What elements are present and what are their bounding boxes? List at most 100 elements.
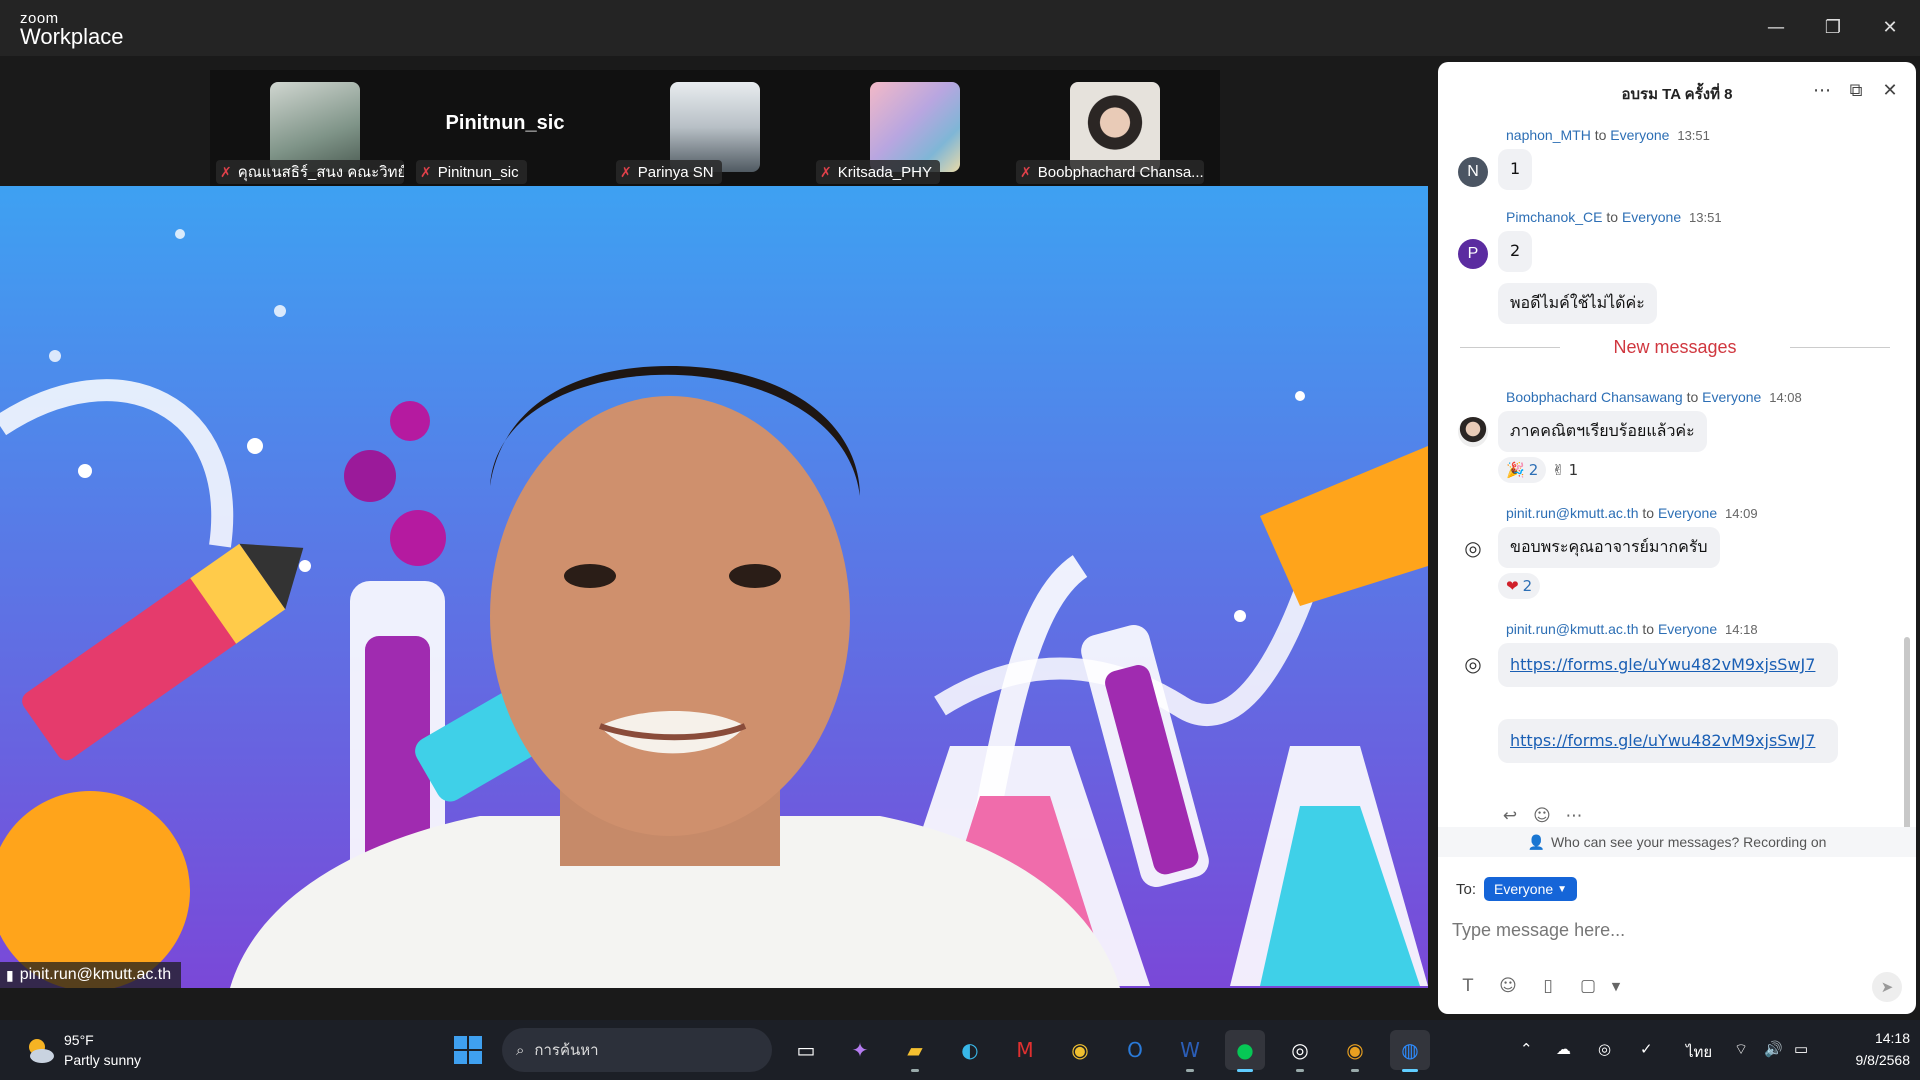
avatar[interactable]: ◎ (1458, 649, 1488, 679)
send-icon: ➤ (1880, 978, 1894, 996)
avatar[interactable]: P (1458, 239, 1488, 269)
participant-strip: ✗ คุณแนสธิร์_สนง คณะวิทย์ Pinitnun_sic ✗ P… (210, 70, 1220, 186)
brand-logo-big: Workplace (20, 24, 124, 49)
clock-time[interactable]: 14:18 (1860, 1030, 1910, 1046)
message-bubble[interactable]: ภาคคณิตฯเรียบร้อยแล้วค่ะ (1498, 411, 1707, 452)
outlook-icon[interactable]: O (1115, 1030, 1155, 1070)
zoom-icon[interactable]: ◍ (1390, 1030, 1430, 1072)
participant-name: Boobphachard Chansa... (1037, 163, 1204, 181)
restore-button[interactable]: ❐ (1813, 10, 1853, 44)
chevron-up-icon[interactable]: ⌃ (1520, 1040, 1533, 1058)
recipient-select[interactable]: Everyone ▼ (1484, 877, 1578, 901)
participant-tile[interactable]: ✗ Boobphachard Chansa... (1010, 70, 1204, 186)
onedrive-icon[interactable]: ☁ (1556, 1040, 1571, 1058)
message-sender[interactable]: Pimchanok_CE (1506, 209, 1603, 225)
participant-nameplate: ✗ Kritsada_PHY (816, 160, 940, 184)
message-bubble[interactable]: 1 (1498, 149, 1533, 190)
text-format-icon[interactable]: T (1454, 972, 1482, 1000)
battery-icon[interactable]: ▭ (1794, 1040, 1808, 1058)
word-icon[interactable]: W (1170, 1030, 1210, 1072)
close-icon[interactable]: ✕ (1876, 76, 1904, 104)
privacy-notice[interactable]: 👤 Who can see your messages? Recording o… (1438, 827, 1916, 857)
weather-temp[interactable]: 95°F (64, 1032, 94, 1048)
line-icon[interactable]: ● (1225, 1030, 1265, 1072)
speaker-name: pinit.run@kmutt.ac.th (19, 966, 172, 983)
line-tray-icon[interactable]: ✓ (1640, 1040, 1653, 1058)
taskbar-search[interactable]: ⌕ การค้นหา (502, 1028, 772, 1072)
message-sender[interactable]: naphon_MTH (1506, 127, 1591, 143)
mic-muted-icon: ✗ (1020, 163, 1032, 180)
input-language[interactable]: ไทย (1686, 1040, 1712, 1064)
reaction-badge[interactable]: ❤ 2 (1498, 573, 1541, 599)
reply-icon[interactable]: ↩ (1498, 804, 1522, 828)
clock-date[interactable]: 9/8/2568 (1830, 1052, 1911, 1068)
participant-nameplate: ✗ Parinya SN (616, 160, 722, 184)
participant-tile[interactable]: ✗ Parinya SN (610, 70, 800, 186)
message-sender[interactable]: Boobphachard Chansawang (1506, 389, 1683, 405)
chrome-icon[interactable]: ◉ (1060, 1030, 1100, 1070)
message-link[interactable]: https://forms.gle/uYwu482vM9xjsSwJ7 (1498, 643, 1838, 687)
partly-sunny-icon[interactable] (24, 1034, 56, 1066)
participant-name: คุณแนสธิร์_สนง คณะวิทย์ (237, 164, 404, 181)
more-actions-icon[interactable]: ⋯ (1562, 804, 1586, 828)
message-sender[interactable]: pinit.run@kmutt.ac.th (1506, 621, 1639, 637)
chrome-profile-icon[interactable]: ◉ (1335, 1030, 1375, 1072)
message-link[interactable]: https://forms.gle/uYwu482vM9xjsSwJ7 (1498, 719, 1838, 763)
avatar[interactable] (1458, 417, 1488, 447)
participant-video (1070, 82, 1160, 172)
message-bubble[interactable]: พอดีไมค์ใช้ไม่ได้ค่ะ (1498, 283, 1657, 324)
message-input[interactable] (1452, 912, 1892, 948)
mcafee-icon[interactable]: M (1005, 1030, 1045, 1070)
file-explorer-icon[interactable]: ▰ (895, 1030, 935, 1072)
edge-icon[interactable]: ◐ (950, 1030, 990, 1070)
weather-desc[interactable]: Partly sunny (64, 1052, 141, 1068)
more-icon[interactable]: ⋯ (1808, 76, 1836, 104)
speaker-nameplate: ▮ pinit.run@kmutt.ac.th (0, 962, 182, 988)
target-logo-icon: ◎ (1464, 537, 1482, 560)
windows-start-icon[interactable] (452, 1034, 484, 1066)
minimize-button[interactable]: — (1756, 10, 1796, 44)
screenshot-icon[interactable]: ▢ (1574, 972, 1602, 1000)
chevron-down-icon[interactable]: ▼ (1602, 972, 1630, 1000)
windows-taskbar: 95°F Partly sunny ⌕ การค้นหา ▭ ✦ ▰ ◐ M ◉… (0, 1020, 1920, 1080)
reaction-badge[interactable]: 🎉 2 (1498, 457, 1547, 483)
mic-muted-icon: ✗ (820, 163, 832, 180)
speaker-video-frame (0, 186, 1428, 988)
send-button[interactable]: ➤ (1872, 972, 1902, 1002)
avatar[interactable]: N (1458, 157, 1488, 187)
reaction-badge[interactable]: ✌ 1 (1544, 457, 1586, 483)
file-icon[interactable]: ▯ (1534, 972, 1562, 1000)
message-bubble[interactable]: 2 (1498, 231, 1533, 272)
copilot-icon[interactable]: ✦ (840, 1030, 880, 1070)
restore-icon: ❐ (1824, 16, 1842, 38)
message-meta: pinit.run@kmutt.ac.th to Everyone 14:09 (1506, 505, 1758, 521)
victory-hand-icon: ✌ (1552, 461, 1565, 479)
message-time: 13:51 (1677, 128, 1710, 143)
message-time: 14:09 (1725, 506, 1758, 521)
mic-muted-icon: ✗ (420, 163, 432, 180)
message-bubble[interactable]: ขอบพระคุณอาจารย์มากครับ (1498, 527, 1720, 568)
task-view-icon[interactable]: ▭ (786, 1030, 826, 1070)
volume-icon[interactable]: 🔊 (1764, 1040, 1783, 1058)
message-sender[interactable]: pinit.run@kmutt.ac.th (1506, 505, 1639, 521)
wifi-icon[interactable]: ⌔ (1734, 1040, 1748, 1059)
avatar[interactable]: ◎ (1458, 533, 1488, 563)
chat-message-list[interactable]: naphon_MTH to Everyone 13:51 N 1 Pimchan… (1438, 117, 1916, 882)
heart-icon: ❤ (1506, 577, 1519, 595)
participant-tile[interactable]: ✗ คุณแนสธิร์_สนง คณะวิทย์ (210, 70, 404, 186)
obs-icon[interactable]: ◎ (1280, 1030, 1320, 1072)
recipient-row: To: Everyone ▼ (1456, 874, 1578, 904)
emoji-icon[interactable]: ☺ (1494, 972, 1522, 1000)
main-speaker-video[interactable]: ▮ pinit.run@kmutt.ac.th (0, 186, 1428, 988)
chevron-down-icon: ▼ (1557, 883, 1568, 895)
chat-scrollbar[interactable] (1904, 637, 1910, 847)
participant-tile[interactable]: Pinitnun_sic ✗ Pinitnun_sic (410, 70, 600, 186)
add-reaction-icon[interactable]: ☺ (1530, 804, 1554, 828)
popout-icon[interactable]: ⧉ (1842, 76, 1870, 104)
mic-muted-icon: ✗ (620, 163, 632, 180)
close-window-button[interactable]: ✕ (1870, 10, 1910, 44)
new-messages-divider: New messages (1460, 337, 1890, 357)
participant-tile[interactable]: ✗ Kritsada_PHY (810, 70, 1000, 186)
participant-video (270, 82, 360, 172)
obs-tray-icon[interactable]: ◎ (1598, 1040, 1611, 1058)
